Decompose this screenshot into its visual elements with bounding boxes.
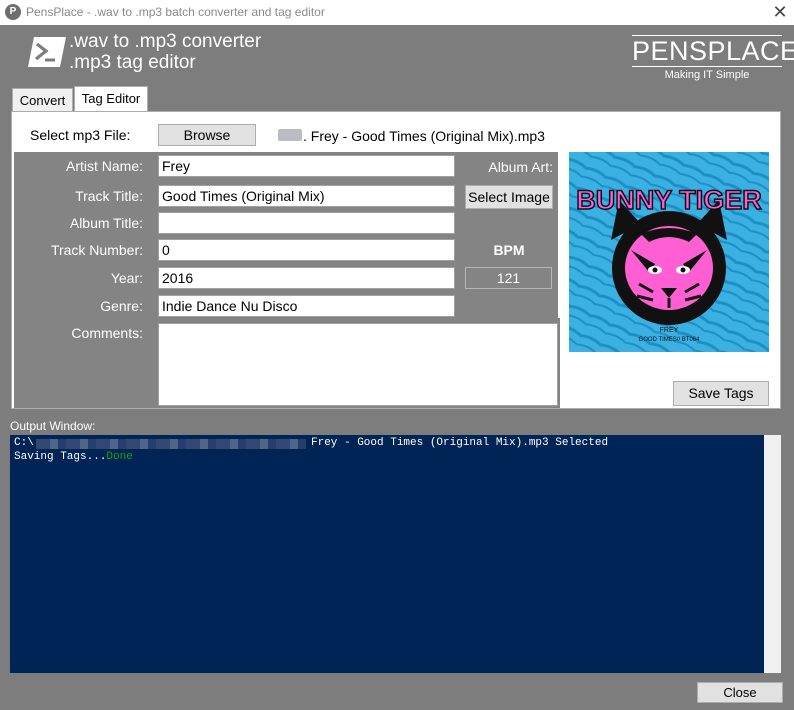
album-art-image: BUNNY TIGER FREY GOOD TIMES// BT064 bbox=[569, 152, 769, 352]
year-field[interactable]: 2016 bbox=[158, 267, 455, 289]
genre-field[interactable]: Indie Dance Nu Disco bbox=[158, 295, 455, 317]
output-selected-line: Frey - Good Times (Original Mix).mp3 Sel… bbox=[311, 437, 609, 449]
comments-field[interactable] bbox=[158, 323, 558, 406]
genre-label: Genre: bbox=[100, 298, 143, 314]
select-image-button[interactable]: Select Image bbox=[465, 185, 553, 209]
year-label: Year: bbox=[110, 270, 143, 286]
browse-button[interactable]: Browse bbox=[158, 124, 256, 146]
tab-convert[interactable]: Convert bbox=[12, 88, 73, 112]
output-console[interactable] bbox=[10, 435, 764, 673]
output-done-text: Done bbox=[106, 451, 133, 463]
track-number-field[interactable]: 0 bbox=[158, 239, 455, 261]
artist-field[interactable]: Frey bbox=[158, 155, 455, 177]
window-title: PensPlace - .wav to .mp3 batch converter… bbox=[26, 5, 325, 19]
save-tags-button[interactable]: Save Tags bbox=[673, 381, 769, 406]
comments-label: Comments: bbox=[71, 325, 143, 341]
bpm-label: BPM bbox=[493, 242, 525, 258]
brand-tagline: Making IT Simple bbox=[664, 69, 750, 81]
close-button[interactable]: Close bbox=[697, 682, 783, 703]
select-file-label: Select mp3 File: bbox=[30, 127, 131, 143]
close-window-icon[interactable]: ✕ bbox=[768, 1, 792, 23]
output-window-label: Output Window: bbox=[10, 419, 96, 433]
brand-logo: PENSPLACE bbox=[632, 36, 794, 66]
art-controls-area bbox=[460, 152, 558, 318]
header-title: .wav to .mp3 converter bbox=[69, 31, 262, 52]
album-art-artist: FREY bbox=[660, 327, 679, 334]
artist-label: Artist Name: bbox=[65, 158, 143, 174]
album-title-label: Album Title: bbox=[69, 215, 143, 231]
track-title-field[interactable]: Good Times (Original Mix) bbox=[158, 185, 455, 207]
track-number-label: Track Number: bbox=[50, 242, 143, 258]
bpm-field[interactable]: 121 bbox=[465, 267, 552, 289]
output-path-prefix: C:\ bbox=[14, 437, 34, 449]
album-art-label: Album Art: bbox=[488, 159, 553, 175]
brand-divider bbox=[632, 66, 782, 67]
header-subtitle: .mp3 tag editor bbox=[69, 52, 196, 73]
output-saving-text: Saving Tags... bbox=[14, 451, 107, 463]
output-status-line: Saving Tags...Done bbox=[14, 451, 133, 463]
album-title-field[interactable] bbox=[158, 212, 455, 234]
album-art-catalog: GOOD TIMES// BT064 bbox=[639, 337, 701, 343]
powershell-icon bbox=[28, 37, 66, 67]
redacted-path bbox=[36, 439, 306, 449]
album-art-graphic: BUNNY TIGER FREY GOOD TIMES// BT064 bbox=[569, 152, 769, 352]
selected-file-name: . Frey - Good Times (Original Mix).mp3 bbox=[303, 128, 545, 144]
track-title-label: Track Title: bbox=[75, 188, 143, 204]
output-scrollbar[interactable] bbox=[764, 435, 781, 673]
app-icon: P bbox=[5, 4, 21, 20]
tab-tag-editor[interactable]: Tag Editor bbox=[74, 86, 148, 112]
redacted-text bbox=[278, 129, 302, 141]
album-art-title: BUNNY TIGER bbox=[576, 185, 762, 215]
